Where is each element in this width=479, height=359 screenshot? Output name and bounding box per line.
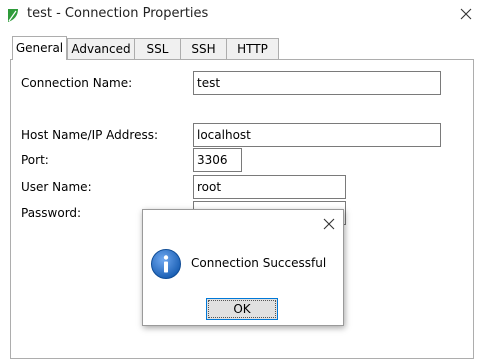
close-icon[interactable] bbox=[458, 6, 474, 22]
tab-advanced[interactable]: Advanced bbox=[67, 38, 135, 59]
leaf-icon bbox=[8, 9, 18, 22]
tab-ssh[interactable]: SSH bbox=[180, 38, 227, 59]
tab-http[interactable]: HTTP bbox=[226, 38, 279, 59]
ok-button[interactable]: OK bbox=[206, 298, 278, 320]
user-name-input[interactable]: root bbox=[193, 175, 346, 199]
close-icon[interactable] bbox=[322, 217, 336, 231]
connection-name-input[interactable]: test bbox=[193, 71, 441, 95]
port-label: Port: bbox=[21, 153, 49, 167]
connection-name-label: Connection Name: bbox=[21, 76, 133, 90]
tab-ssl[interactable]: SSL bbox=[134, 38, 181, 59]
connection-result-dialog: Connection Successful OK bbox=[142, 209, 344, 326]
host-input[interactable]: localhost bbox=[193, 123, 441, 147]
password-label: Password: bbox=[21, 206, 82, 220]
window-title: test - Connection Properties bbox=[27, 6, 209, 21]
user-name-label: User Name: bbox=[21, 180, 92, 194]
info-icon bbox=[151, 249, 181, 279]
dialog-message: Connection Successful bbox=[191, 256, 327, 270]
title-bar: test - Connection Properties bbox=[0, 0, 479, 30]
tab-general[interactable]: General bbox=[12, 36, 67, 60]
port-input[interactable]: 3306 bbox=[193, 148, 242, 172]
host-label: Host Name/IP Address: bbox=[21, 128, 159, 142]
